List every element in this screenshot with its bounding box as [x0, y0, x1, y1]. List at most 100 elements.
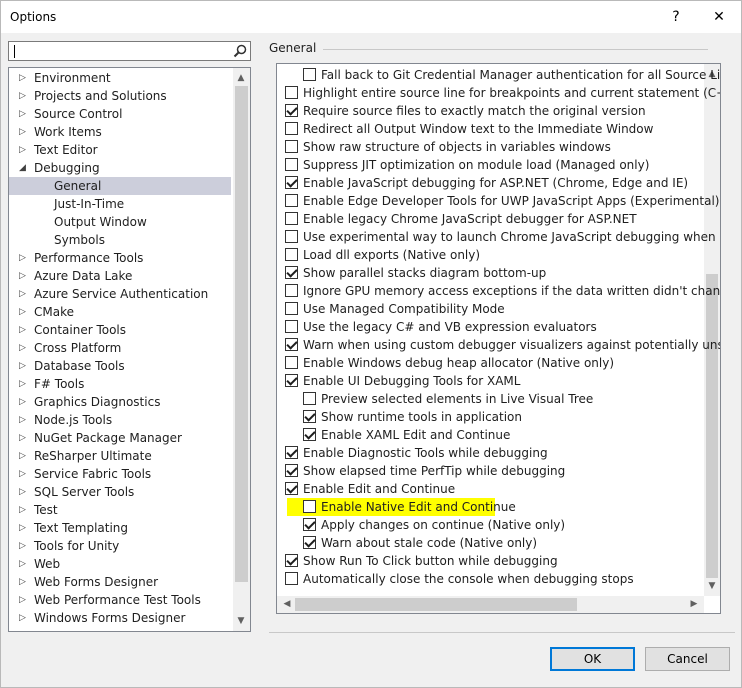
option-checkbox[interactable]	[285, 158, 298, 171]
option-checkbox[interactable]	[303, 392, 316, 405]
tree-item[interactable]: ▷ Cross Platform	[9, 339, 231, 357]
expand-icon[interactable]: ▷	[19, 339, 29, 357]
option-checkbox[interactable]	[303, 410, 316, 423]
option-checkbox[interactable]	[285, 212, 298, 225]
option-checkbox[interactable]	[285, 194, 298, 207]
ok-button[interactable]: OK	[550, 647, 635, 671]
expand-icon[interactable]: ▷	[19, 429, 29, 447]
tree-item[interactable]: ◢ Debugging	[9, 159, 231, 177]
expand-icon[interactable]: ▷	[19, 393, 29, 411]
option-checkbox[interactable]	[285, 554, 298, 567]
expand-icon[interactable]: ▷	[19, 411, 29, 429]
tree-item[interactable]: ▷ Test	[9, 501, 231, 519]
option-checkbox[interactable]	[285, 140, 298, 153]
expand-icon[interactable]: ▷	[19, 285, 29, 303]
expand-icon[interactable]: ▷	[19, 141, 29, 159]
tree-item[interactable]: ▷ Service Fabric Tools	[9, 465, 231, 483]
tree-item[interactable]: ▷ Work Items	[9, 123, 231, 141]
option-checkbox[interactable]	[285, 230, 298, 243]
scroll-left-icon[interactable]: ◀	[279, 596, 295, 612]
options-vscroll-thumb[interactable]	[706, 274, 718, 578]
expand-icon[interactable]: ▷	[19, 87, 29, 105]
expand-icon[interactable]: ▷	[19, 123, 29, 141]
expand-icon[interactable]: ▷	[19, 69, 29, 87]
tree-item[interactable]: ▷ NuGet Package Manager	[9, 429, 231, 447]
tree-item[interactable]: ▷ F# Tools	[9, 375, 231, 393]
options-vscrollbar[interactable]: ▲ ▼	[704, 64, 720, 596]
option-checkbox[interactable]	[303, 68, 316, 81]
expand-icon[interactable]: ▷	[19, 609, 29, 627]
tree-item[interactable]: ▷ Source Control	[9, 105, 231, 123]
tree-item[interactable]: ▷ Container Tools	[9, 321, 231, 339]
tree-item[interactable]: ▷ SQL Server Tools	[9, 483, 231, 501]
expand-icon[interactable]: ▷	[19, 519, 29, 537]
expand-icon[interactable]: ▷	[19, 555, 29, 573]
option-checkbox[interactable]	[285, 572, 298, 585]
expand-icon[interactable]: ▷	[19, 267, 29, 285]
option-checkbox[interactable]	[285, 320, 298, 333]
option-checkbox[interactable]	[303, 518, 316, 531]
tree-item[interactable]: ▷ Web	[9, 555, 231, 573]
option-checkbox[interactable]	[285, 284, 298, 297]
expand-icon[interactable]: ▷	[19, 501, 29, 519]
scroll-right-icon[interactable]: ▶	[686, 596, 702, 612]
close-icon[interactable]: ✕	[704, 5, 734, 29]
tree-item[interactable]: ▷ Environment	[9, 69, 231, 87]
expand-icon[interactable]: ▷	[19, 321, 29, 339]
option-checkbox[interactable]	[285, 176, 298, 189]
expand-icon[interactable]: ▷	[19, 249, 29, 267]
tree-item[interactable]: ▷ Tools for Unity	[9, 537, 231, 555]
expand-icon[interactable]: ▷	[19, 105, 29, 123]
tree-item[interactable]: Output Window	[9, 213, 231, 231]
option-checkbox[interactable]	[285, 464, 298, 477]
expand-icon[interactable]: ▷	[19, 357, 29, 375]
tree-item[interactable]: ▷ Web Forms Designer	[9, 573, 231, 591]
option-checkbox[interactable]	[303, 536, 316, 549]
option-checkbox[interactable]	[285, 104, 298, 117]
tree-item[interactable]: ▷ Projects and Solutions	[9, 87, 231, 105]
tree-item[interactable]: ▷ Windows Forms Designer	[9, 609, 231, 627]
tree-item[interactable]: General	[9, 177, 231, 195]
scroll-down-icon[interactable]: ▼	[233, 613, 249, 629]
tree-item[interactable]: Just-In-Time	[9, 195, 231, 213]
option-checkbox[interactable]	[285, 482, 298, 495]
search-icon[interactable]	[233, 44, 247, 58]
expand-icon[interactable]: ▷	[19, 573, 29, 591]
tree-item[interactable]: ▷ Text Editor	[9, 141, 231, 159]
tree-item[interactable]: ▷ Graphics Diagnostics	[9, 393, 231, 411]
cancel-button[interactable]: Cancel	[645, 647, 730, 671]
tree-item[interactable]: ▷ Text Templating	[9, 519, 231, 537]
expand-icon[interactable]: ▷	[19, 591, 29, 609]
expand-icon[interactable]: ▷	[19, 303, 29, 321]
expand-icon[interactable]: ▷	[19, 483, 29, 501]
tree-scroll-thumb[interactable]	[235, 86, 248, 582]
tree-item[interactable]: Symbols	[9, 231, 231, 249]
option-checkbox[interactable]	[285, 302, 298, 315]
expand-icon[interactable]: ▷	[19, 465, 29, 483]
tree-item[interactable]: ▷ Azure Service Authentication	[9, 285, 231, 303]
tree-scrollbar[interactable]: ▲ ▼	[233, 68, 250, 631]
options-hscroll-thumb[interactable]	[295, 598, 577, 611]
scroll-up-icon[interactable]: ▲	[233, 70, 249, 86]
option-checkbox[interactable]	[285, 356, 298, 369]
option-checkbox[interactable]	[285, 338, 298, 351]
options-hscrollbar[interactable]: ◀ ▶	[277, 596, 704, 613]
expand-icon[interactable]: ▷	[19, 537, 29, 555]
help-icon[interactable]: ?	[661, 5, 691, 29]
option-checkbox[interactable]	[285, 266, 298, 279]
option-checkbox[interactable]	[303, 500, 316, 513]
option-checkbox[interactable]	[303, 428, 316, 441]
collapse-icon[interactable]: ◢	[19, 159, 29, 177]
expand-icon[interactable]: ▷	[19, 447, 29, 465]
expand-icon[interactable]: ▷	[19, 375, 29, 393]
option-checkbox[interactable]	[285, 248, 298, 261]
option-checkbox[interactable]	[285, 446, 298, 459]
search-input[interactable]	[8, 41, 251, 61]
tree-item[interactable]: ▷ CMake	[9, 303, 231, 321]
tree-item[interactable]: ▷ Web Performance Test Tools	[9, 591, 231, 609]
option-checkbox[interactable]	[285, 374, 298, 387]
option-checkbox[interactable]	[285, 122, 298, 135]
tree-item[interactable]: ▷ Node.js Tools	[9, 411, 231, 429]
tree-item[interactable]: ▷ Database Tools	[9, 357, 231, 375]
tree-item[interactable]: ▷ ReSharper Ultimate	[9, 447, 231, 465]
